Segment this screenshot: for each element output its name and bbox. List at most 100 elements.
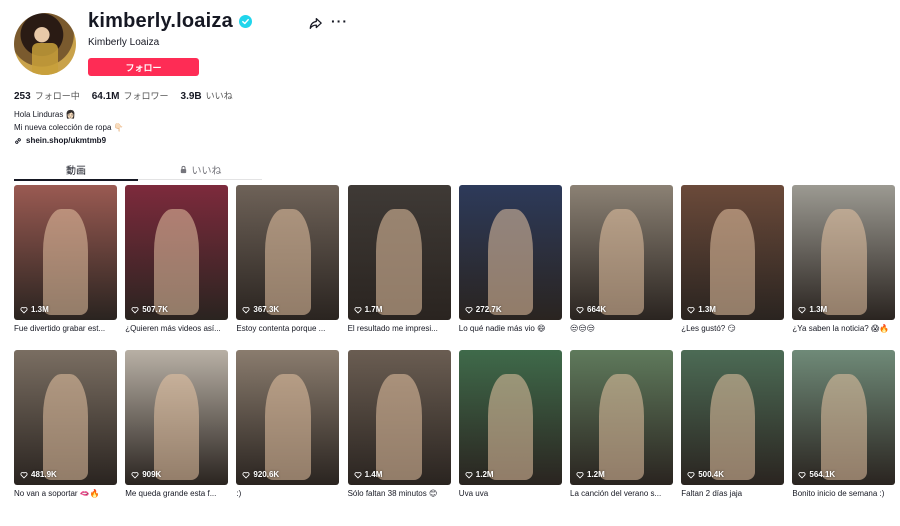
heart-icon (465, 306, 473, 313)
view-count: 909K (131, 470, 161, 479)
video-thumbnail[interactable]: 272.7K (458, 185, 562, 320)
video-caption[interactable]: Lo qué nadie más vio 😄 (459, 324, 562, 333)
video-thumbnail[interactable]: 1.3M (681, 185, 785, 320)
video-thumbnail[interactable]: 1.3M (14, 185, 117, 320)
video-subject-shape (265, 209, 311, 315)
heart-icon (242, 471, 250, 478)
video-caption[interactable]: ¿Quieren más videos así... (125, 324, 228, 333)
view-count-text: 1.3M (809, 305, 828, 314)
view-count-text: 507.7K (142, 305, 168, 314)
video-subject-shape (487, 209, 533, 315)
profile-tabs: 動画 いいね (14, 160, 262, 180)
share-icon[interactable] (309, 17, 322, 30)
video-subject-shape (42, 374, 89, 480)
video-caption[interactable]: No van a soportar 🫦🔥 (14, 489, 117, 498)
video-thumbnail[interactable]: 564.1K (792, 350, 896, 485)
view-count-text: 367.3K (253, 305, 280, 314)
followers-stat[interactable]: 64.1M フォロワー (92, 89, 169, 102)
video-card[interactable]: 272.7K Lo qué nadie más vio 😄 (458, 185, 562, 333)
view-count: 564.1K (798, 470, 835, 479)
video-subject-shape (598, 209, 645, 315)
likes-count: 3.9B (180, 91, 202, 102)
video-card[interactable]: 1.3M Fue divertido grabar est... (14, 185, 117, 333)
heart-icon (687, 306, 695, 313)
followers-count: 64.1M (91, 91, 120, 102)
view-count: 367.3K (242, 305, 279, 314)
view-count-text: 1.2M (475, 470, 494, 479)
video-thumbnail[interactable]: 1.2M (458, 350, 562, 485)
view-count: 920.6K (242, 470, 279, 479)
profile-avatar[interactable] (14, 13, 76, 75)
heart-icon (465, 471, 473, 478)
video-card[interactable]: 1.3M ¿Ya saben la noticia? 😱🔥 (792, 185, 896, 333)
video-card[interactable]: 1.2M Uva uva (458, 350, 562, 498)
video-caption[interactable]: La canción del verano s... (570, 489, 673, 498)
video-caption[interactable]: Estoy contenta porque ... (236, 324, 339, 333)
following-stat[interactable]: 253 フォロー中 (14, 89, 80, 102)
likes-label: いいね (205, 91, 233, 101)
video-card[interactable]: 1.7M El resultado me impresi... (347, 185, 451, 333)
profile-bio: Hola Linduras 👩🏻 Mi nueva colección de r… (14, 108, 124, 134)
video-card[interactable]: 481.9K No van a soportar 🫦🔥 (14, 350, 117, 498)
video-caption[interactable]: Me queda grande esta f... (125, 489, 228, 498)
video-thumbnail[interactable]: 664K (570, 185, 673, 320)
view-count-text: 1.4M (364, 470, 383, 479)
video-subject-shape (821, 374, 867, 480)
video-thumbnail[interactable]: 367.3K (236, 185, 340, 320)
video-thumbnail[interactable]: 909K (125, 350, 229, 485)
video-card[interactable]: 500.4K Faltan 2 días jaja (681, 350, 785, 498)
likes-stat: 3.9B いいね (181, 89, 233, 102)
video-caption[interactable]: :) (236, 489, 339, 498)
view-count: 1.7M (354, 305, 383, 314)
video-card[interactable]: 909K Me queda grande esta f... (125, 350, 229, 498)
follow-button[interactable]: フォロー (88, 58, 199, 76)
bio-link[interactable]: shein.shop/ukmtmb9 (14, 136, 106, 145)
video-thumbnail[interactable]: 500.4K (681, 350, 785, 485)
video-caption[interactable]: 😒😒😒 (570, 324, 673, 333)
username: kimberly.loaiza (88, 10, 233, 32)
video-caption[interactable]: Fue divertido grabar est... (14, 324, 117, 333)
heart-icon (131, 306, 139, 313)
video-thumbnail[interactable]: 1.7M (347, 185, 451, 320)
heart-icon (20, 471, 28, 478)
bio-link-text: shein.shop/ukmtmb9 (26, 136, 107, 145)
video-card[interactable]: 1.2M La canción del verano s... (570, 350, 673, 498)
view-count: 1.4M (354, 470, 383, 479)
video-thumbnail[interactable]: 507.7K (125, 185, 229, 320)
video-thumbnail[interactable]: 1.3M (792, 185, 896, 320)
tab-liked[interactable]: いいね (138, 160, 262, 179)
heart-icon (20, 306, 28, 313)
view-count-text: 920.6K (253, 470, 280, 479)
video-caption[interactable]: Bonito inicio de semana :) (792, 489, 895, 498)
heart-icon (242, 306, 250, 313)
bio-line: Hola Linduras 👩🏻 (14, 110, 76, 119)
video-caption[interactable]: Faltan 2 días jaja (681, 489, 784, 498)
video-caption[interactable]: El resultado me impresi... (348, 324, 451, 333)
video-card[interactable]: 920.6K:) (236, 350, 340, 498)
video-card[interactable]: 1.4M Sólo faltan 38 minutos 😊 (347, 350, 451, 498)
video-caption[interactable]: ¿Ya saben la noticia? 😱🔥 (792, 324, 895, 333)
video-thumbnail[interactable]: 920.6K (236, 350, 340, 485)
video-card[interactable]: 564.1K Bonito inicio de semana :) (792, 350, 896, 498)
video-thumbnail[interactable]: 481.9K (14, 350, 117, 485)
view-count: 1.2M (465, 470, 494, 479)
video-card[interactable]: 367.3K Estoy contenta porque ... (236, 185, 340, 333)
tab-videos[interactable]: 動画 (14, 160, 138, 179)
video-subject-shape (42, 209, 89, 315)
video-card[interactable]: 1.3M ¿Les gustó? 😏 (681, 185, 785, 333)
view-count-text: 1.7M (364, 305, 383, 314)
video-thumbnail[interactable]: 1.2M (570, 350, 673, 485)
video-caption[interactable]: ¿Les gustó? 😏 (681, 324, 784, 333)
video-subject-shape (154, 209, 200, 315)
video-thumbnail[interactable]: 1.4M (347, 350, 451, 485)
verified-badge-icon (238, 15, 252, 28)
lock-icon (180, 165, 186, 174)
video-caption[interactable]: Sólo faltan 38 minutos 😊 (348, 489, 451, 498)
video-card[interactable]: 664K 😒😒😒 (570, 185, 673, 333)
heart-icon (798, 471, 806, 478)
video-card[interactable]: 507.7K ¿Quieren más videos así... (125, 185, 229, 333)
video-caption[interactable]: Uva uva (459, 489, 562, 498)
more-options-icon[interactable]: ··· (331, 14, 348, 28)
tab-liked-label: いいね (191, 166, 222, 177)
video-subject-shape (376, 209, 422, 315)
